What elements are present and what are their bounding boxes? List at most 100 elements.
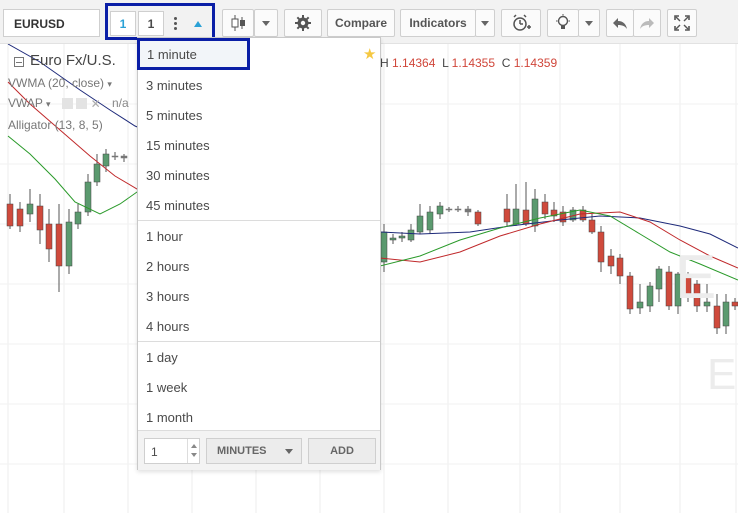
interval-option[interactable]: 1 day [138,341,380,371]
add-alert-button[interactable] [501,9,541,37]
settings-button[interactable] [284,9,322,37]
candle-body [541,201,549,215]
interval-more-icon[interactable] [166,11,184,36]
high-key: H [380,56,389,70]
interval-option[interactable]: 1 week [138,371,380,401]
candle-body [111,155,119,158]
candle-body [655,268,663,290]
candle-body [607,255,615,267]
spinner-down-icon[interactable] [191,453,197,457]
candle-body [646,285,654,307]
candle-body [626,275,634,310]
chevron-down-icon [262,20,270,26]
interval-option[interactable]: 30 minutes [138,159,380,189]
candle-body [55,223,63,267]
caret-up-icon [194,20,202,27]
chart-style-button[interactable] [222,9,254,37]
candle-body [597,231,605,263]
candle-body [474,211,482,225]
study-legend-vwap[interactable]: VWAP ▾ ✕ n/a [8,96,129,111]
candle-body [16,208,24,227]
custom-interval-value-input[interactable]: 1 [144,438,200,464]
study-legend-alligator[interactable]: Alligator (13, 8, 5) [8,118,103,132]
chevron-down-icon [285,449,293,454]
interval-option[interactable]: 3 hours [138,280,380,310]
eye-icon[interactable] [61,98,73,110]
add-interval-button[interactable]: ADD [308,438,376,464]
candle-body [616,257,624,277]
interval-dropdown-menu: ★ 1 minute 3 minutes 5 minutes 15 minutes 30 … [137,37,381,470]
undo-button[interactable] [606,9,634,37]
indicators-dropdown[interactable] [475,9,495,37]
interval-value-input[interactable]: 1 [138,11,164,36]
candle-body [6,203,14,227]
interval-option[interactable]: 5 minutes [138,99,380,129]
low-key: L [442,56,449,70]
study-label: VWMA (20, close) [8,76,105,90]
fullscreen-icon [674,15,690,31]
candle-body [398,235,406,239]
candle-body [74,211,82,225]
interval-option[interactable]: 1 hour [138,220,380,250]
gear-icon [295,15,311,31]
candle-body [36,205,44,231]
fullscreen-button[interactable] [667,9,697,37]
candle-body [731,301,738,307]
close-value: 1.14359 [513,56,558,70]
alarm-clock-icon [513,14,531,31]
number-spinner[interactable] [187,439,199,463]
indicators-button[interactable]: Indicators [400,9,476,37]
candle-body [389,237,397,241]
compare-button[interactable]: Compare [327,9,395,37]
candle-body [120,155,128,159]
watermark-glyph: E [675,243,717,312]
interval-option[interactable]: 2 hours [138,250,380,280]
close-icon[interactable]: ✕ [91,97,101,111]
interval-dropdown-toggle[interactable] [186,11,210,36]
interval-option-selected[interactable]: 1 minute [137,38,250,70]
candle-body [464,208,472,213]
gear-icon[interactable] [76,98,88,110]
custom-interval-value: 1 [151,445,158,459]
ideas-button[interactable] [547,9,579,37]
custom-interval-footer: 1 MINUTES ADD [138,430,380,470]
ideas-dropdown[interactable] [578,9,600,37]
chart-style-dropdown[interactable] [254,9,278,37]
candle-body [426,211,434,231]
favorite-star-icon[interactable]: ★ [363,45,376,63]
low-value: 1.14355 [451,56,496,70]
candle-body [26,203,34,215]
candle-body [531,198,539,227]
study-legend-vwma[interactable]: VWMA (20, close) ▾ [8,76,112,90]
candle-body [445,208,453,211]
candle-body [588,219,596,233]
candle-body [512,208,520,225]
interval-option[interactable]: 45 minutes [138,189,380,219]
interval-indicator[interactable]: 1 [110,11,136,36]
study-value: n/a [112,96,129,110]
redo-button[interactable] [633,9,661,37]
watermark-glyph: E [707,350,737,399]
candle-body [93,163,101,183]
interval-option[interactable]: 1 month [138,401,380,431]
candle-body [65,221,73,267]
ohlc-readout: H 1.14364 L 1.14355 C 1.14359 [380,56,557,70]
candle-body [454,208,462,211]
symbol-input[interactable]: EURUSD [3,9,100,37]
interval-option[interactable]: 4 hours [138,310,380,340]
candle-body [722,301,730,327]
chevron-down-icon [585,20,593,26]
interval-option[interactable]: 15 minutes [138,129,380,159]
candle-body [503,208,511,223]
candle-body [407,229,415,241]
candle-body [665,271,673,307]
spinner-up-icon[interactable] [191,444,197,448]
collapse-legend-icon[interactable] [14,57,24,67]
candle-body [436,205,444,215]
close-key: C [501,56,511,70]
interval-selector-highlight: 1 1 [105,3,215,40]
interval-unit-label: MINUTES [217,445,267,457]
interval-option[interactable]: 3 minutes [138,69,380,99]
lightbulb-icon [556,14,570,29]
interval-unit-select[interactable]: MINUTES [206,438,302,464]
